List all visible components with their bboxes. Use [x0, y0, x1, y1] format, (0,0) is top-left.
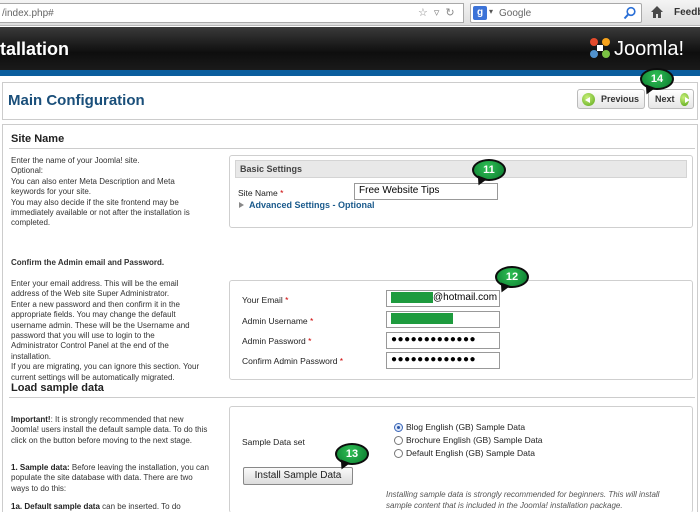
redacted-email-user: [391, 292, 433, 303]
radio-selected-icon[interactable]: [394, 422, 403, 432]
advanced-settings-label: Advanced Settings - Optional: [249, 200, 375, 210]
sample-data-box: Sample Data set Blog English (GB) Sample…: [229, 406, 693, 512]
email-input[interactable]: @hotmail.com: [386, 290, 500, 307]
step1a-label: 1a. Default sample data: [11, 502, 100, 511]
help-line: Enter the name of your Joomla! site.: [11, 156, 140, 165]
next-label: Next: [655, 94, 675, 104]
admin-heading: Confirm the Admin email and Password.: [11, 258, 165, 267]
search-engine-caret-icon[interactable]: ▾: [489, 7, 493, 16]
title-panel: Main Configuration Previous Next: [2, 82, 698, 120]
password-label: Admin Password *: [242, 336, 312, 346]
help-line: You may also decide if the site frontend…: [11, 197, 179, 207]
search-icon[interactable]: [623, 6, 637, 20]
site-name-input[interactable]: Free Website Tips: [354, 183, 498, 200]
sample-option-brochure[interactable]: Brochure English (GB) Sample Data: [394, 435, 543, 445]
installer-header: tallation Joomla!: [0, 27, 700, 70]
help-line: appropriate fields. You may change the d…: [11, 310, 176, 320]
previous-label: Previous: [601, 94, 640, 104]
previous-arrow-icon: [582, 92, 595, 106]
email-domain: @hotmail.com: [433, 292, 498, 304]
email-label: Your Email *: [242, 295, 289, 305]
expand-triangle-icon: [239, 202, 244, 208]
help-line: address of the Web site Super Administra…: [11, 289, 170, 299]
sample-set-label: Sample Data set: [242, 437, 305, 447]
home-icon[interactable]: [650, 5, 664, 19]
sample-help-step1a: 1a. Default sample data can be inserted.…: [11, 502, 211, 512]
site-name-label-text: Site Name: [238, 188, 278, 198]
help-line: completed.: [11, 218, 51, 228]
username-label: Admin Username *: [242, 316, 314, 326]
site-name-label: Site Name *: [238, 188, 284, 198]
sample-option-default[interactable]: Default English (GB) Sample Data: [394, 448, 535, 458]
help-line: Enter your email address. This will be t…: [11, 279, 179, 288]
redacted-username: [391, 313, 453, 324]
help-line: If you are migrating, you can ignore thi…: [11, 362, 200, 372]
sample-option-label: Default English (GB) Sample Data: [406, 448, 535, 458]
site-name-heading: Site Name: [11, 133, 65, 145]
browser-toolbar: /index.php# ☆ ▿ ↻ g ▾ Google Feedb: [0, 0, 700, 26]
next-button[interactable]: Next: [648, 89, 694, 109]
confirm-password-input[interactable]: ●●●●●●●●●●●●●: [386, 352, 500, 369]
site-name-help: Enter the name of your Joomla! site. Opt…: [11, 156, 211, 229]
sample-data-heading: Load sample data: [11, 382, 104, 394]
step1a-text: can be inserted. To do: [99, 502, 181, 511]
address-bar-icons: ☆ ▿ ↻: [418, 5, 462, 19]
dropdown-icon[interactable]: ▿: [434, 6, 440, 19]
search-placeholder: Google: [499, 8, 532, 19]
username-label-text: Admin Username: [242, 316, 308, 326]
sample-help-important: Important!: It is strongly recommended t…: [11, 415, 211, 446]
admin-help: Enter your email address. This will be t…: [11, 279, 211, 383]
username-input[interactable]: [386, 311, 500, 328]
install-sample-data-button[interactable]: Install Sample Data: [243, 467, 353, 485]
help-line: Optional:: [11, 166, 44, 176]
callout-marker-14: 14: [640, 68, 674, 90]
header-accent-bar: [0, 70, 700, 76]
help-line: installation.: [11, 351, 52, 361]
address-bar[interactable]: /index.php#: [0, 3, 464, 23]
previous-button[interactable]: Previous: [577, 89, 645, 109]
page-title: Main Configuration: [8, 92, 145, 109]
reload-icon[interactable]: ↻: [445, 6, 454, 19]
help-line: Enter a new password and then confirm it…: [11, 299, 180, 309]
radio-icon[interactable]: [394, 448, 403, 458]
main-content: Site Name Enter the name of your Joomla!…: [2, 124, 698, 512]
password-label-text: Admin Password: [242, 336, 306, 346]
radio-icon[interactable]: [394, 435, 403, 445]
help-line: keywords for your site.: [11, 187, 92, 197]
callout-marker-13: 13: [335, 443, 369, 465]
sample-option-label: Blog English (GB) Sample Data: [406, 422, 526, 432]
confirm-password-label-text: Confirm Admin Password: [242, 356, 338, 366]
divider: [9, 148, 695, 149]
sample-option-blog[interactable]: Blog English (GB) Sample Data: [394, 422, 525, 432]
search-input[interactable]: g ▾ Google: [470, 3, 642, 23]
sample-help-step1: 1. Sample data: Before leaving the insta…: [11, 463, 211, 494]
help-line: Administrator Control Panel at the end o…: [11, 341, 169, 351]
help-line: password that you will use to login to t…: [11, 331, 155, 341]
help-line: immediately available or not after the i…: [11, 208, 190, 218]
bookmark-star-icon[interactable]: ☆: [418, 6, 428, 19]
divider: [9, 397, 695, 398]
sample-option-label: Brochure English (GB) Sample Data: [406, 435, 543, 445]
basic-settings-box: Basic Settings Site Name * Free Website …: [229, 155, 693, 228]
email-label-text: Your Email: [242, 295, 283, 305]
next-arrow-icon: [679, 92, 691, 106]
step1-label: 1. Sample data:: [11, 463, 70, 472]
callout-marker-11: 11: [472, 159, 506, 181]
help-line: You can also enter Meta Description and …: [11, 176, 175, 186]
confirm-password-label: Confirm Admin Password *: [242, 356, 344, 366]
basic-settings-header: Basic Settings: [235, 160, 687, 178]
password-input[interactable]: ●●●●●●●●●●●●●: [386, 332, 500, 349]
advanced-settings-toggle[interactable]: Advanced Settings - Optional: [239, 200, 375, 210]
help-line: username admin. These will be the Userna…: [11, 320, 190, 330]
google-icon[interactable]: g: [473, 6, 487, 20]
callout-marker-12: 12: [495, 266, 529, 288]
joomla-logo-icon: [590, 38, 610, 58]
sample-data-note: Installing sample data is strongly recom…: [386, 490, 660, 510]
important-label: Important!: [11, 415, 51, 424]
feedback-button[interactable]: Feedb: [674, 7, 700, 18]
joomla-logo-text: Joomla!: [614, 38, 685, 60]
admin-settings-box: Your Email * @hotmail.com Admin Username…: [229, 280, 693, 380]
installer-title: tallation: [0, 39, 70, 59]
